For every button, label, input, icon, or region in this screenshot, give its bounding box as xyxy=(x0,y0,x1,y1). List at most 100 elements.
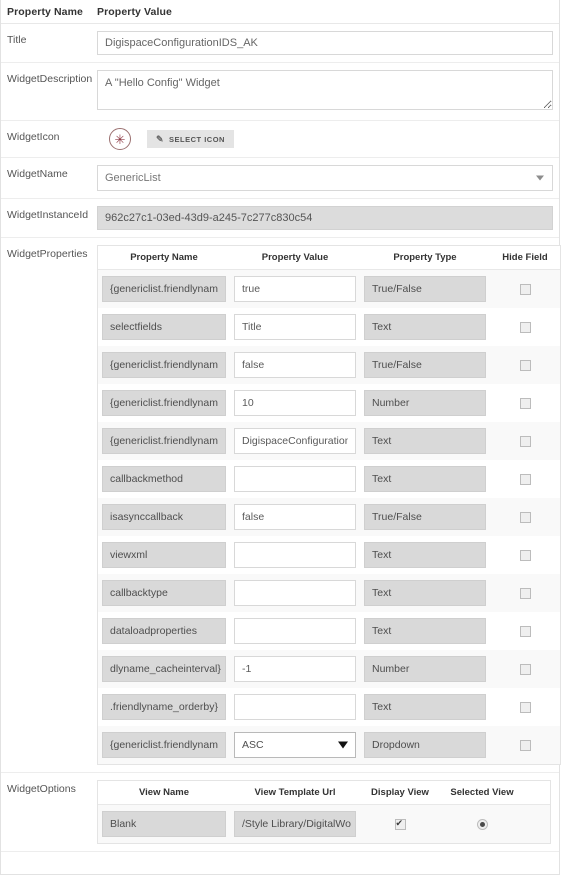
hide-field-checkbox[interactable] xyxy=(519,435,531,447)
col-property-name: Property Name xyxy=(130,252,198,263)
hide-field-checkbox[interactable] xyxy=(519,549,531,561)
widget-instance-id-input xyxy=(97,206,553,230)
property-name-readonly: isasynccallback xyxy=(102,504,226,530)
hide-field-checkbox[interactable] xyxy=(519,625,531,637)
property-type-readonly: Text xyxy=(364,694,486,720)
hide-field-checkbox[interactable] xyxy=(519,701,531,713)
widget-name-selected-value: GenericList xyxy=(105,172,161,184)
form-header-row: Property Name Property Value xyxy=(1,0,559,24)
property-value-input[interactable] xyxy=(234,504,356,530)
selected-view-radio[interactable] xyxy=(476,818,488,830)
table-row: selectfields Text xyxy=(98,308,560,346)
property-type-readonly: Text xyxy=(364,580,486,606)
field-row-widget-icon: WidgetIcon ✳ ✎ Select Icon xyxy=(1,121,559,158)
control-widget-instance-id xyxy=(97,206,559,230)
property-type-readonly: Number xyxy=(364,656,486,682)
control-title xyxy=(97,31,559,55)
control-widget-options: View Name View Template Url Display View… xyxy=(97,780,559,844)
property-value-input[interactable] xyxy=(234,580,356,606)
label-widget-options: WidgetOptions xyxy=(7,783,76,795)
col-display-view: Display View xyxy=(371,787,429,798)
display-view-checkbox[interactable] xyxy=(394,818,406,830)
widget-config-form-page: Property Name Property Value Title Widge… xyxy=(0,0,565,875)
table-row: {genericlist.friendlynam Number xyxy=(98,384,560,422)
chevron-down-icon xyxy=(338,741,348,749)
table-row: {genericlist.friendlynam ASC Dropdown xyxy=(98,726,560,764)
field-row-widget-options: WidgetOptions View Name View Template Ur… xyxy=(1,773,559,852)
property-value-selected: ASC xyxy=(242,739,264,751)
form-bottom-spacer xyxy=(1,852,559,874)
table-row: viewxml Text xyxy=(98,536,560,574)
hide-field-checkbox[interactable] xyxy=(519,587,531,599)
field-row-widget-instance-id: WidgetInstanceId xyxy=(1,199,559,238)
property-name-readonly: {genericlist.friendlynam xyxy=(102,352,226,378)
widget-description-textarea[interactable]: A "Hello Config" Widget xyxy=(97,70,553,110)
table-row: callbacktype Text xyxy=(98,574,560,612)
table-row: {genericlist.friendlynam Text xyxy=(98,422,560,460)
property-type-readonly: True/False xyxy=(364,352,486,378)
hide-field-checkbox[interactable] xyxy=(519,321,531,333)
label-widget-properties: WidgetProperties xyxy=(7,248,88,260)
control-widget-name: GenericList xyxy=(97,165,559,191)
property-name-readonly: {genericlist.friendlynam xyxy=(102,428,226,454)
property-type-readonly: Text xyxy=(364,618,486,644)
table-row: callbackmethod Text xyxy=(98,460,560,498)
property-value-input[interactable] xyxy=(234,694,356,720)
chevron-down-icon xyxy=(536,175,544,181)
pencil-icon: ✎ xyxy=(156,133,165,144)
col-view-name: View Name xyxy=(139,787,189,798)
property-type-readonly: Text xyxy=(364,542,486,568)
property-type-readonly: Number xyxy=(364,390,486,416)
hide-field-checkbox[interactable] xyxy=(519,359,531,371)
table-row: dataloadproperties Text xyxy=(98,612,560,650)
control-widget-icon: ✳ ✎ Select Icon xyxy=(97,128,559,150)
property-value-input[interactable] xyxy=(234,276,356,302)
select-icon-button-label: Select Icon xyxy=(169,134,225,144)
property-value-input[interactable] xyxy=(234,656,356,682)
property-type-readonly: True/False xyxy=(364,276,486,302)
property-name-readonly: {genericlist.friendlynam xyxy=(102,276,226,302)
hide-field-checkbox[interactable] xyxy=(519,397,531,409)
hide-field-checkbox[interactable] xyxy=(519,663,531,675)
property-type-readonly: Dropdown xyxy=(364,732,486,758)
header-property-name: Property Name xyxy=(7,5,83,18)
widget-options-table: View Name View Template Url Display View… xyxy=(97,780,551,844)
table-row: .friendlyname_orderby} Text xyxy=(98,688,560,726)
col-property-type: Property Type xyxy=(393,252,457,263)
widget-options-rows: Blank/Style Library/DigitalWo xyxy=(98,805,550,843)
property-value-input[interactable] xyxy=(234,466,356,492)
field-row-widget-properties: WidgetProperties Property Name Property … xyxy=(1,238,561,773)
property-value-input[interactable] xyxy=(234,428,356,454)
property-value-input[interactable] xyxy=(234,618,356,644)
label-widget-description: WidgetDescription xyxy=(7,73,93,85)
hide-field-checkbox[interactable] xyxy=(519,739,531,751)
view-template-url-readonly: /Style Library/DigitalWo xyxy=(234,811,356,837)
property-value-input[interactable] xyxy=(234,352,356,378)
property-name-readonly: dlyname_cacheinterval} xyxy=(102,656,226,682)
title-input[interactable] xyxy=(97,31,553,55)
property-name-readonly: callbackmethod xyxy=(102,466,226,492)
property-value-input[interactable] xyxy=(234,390,356,416)
widget-name-select[interactable]: GenericList xyxy=(97,165,553,191)
property-name-readonly: selectfields xyxy=(102,314,226,340)
col-view-template-url: View Template Url xyxy=(254,787,336,798)
property-type-readonly: Text xyxy=(364,314,486,340)
hide-field-checkbox[interactable] xyxy=(519,473,531,485)
label-title: Title xyxy=(7,34,27,46)
field-row-title: Title xyxy=(1,24,559,63)
hide-field-checkbox[interactable] xyxy=(519,283,531,295)
label-widget-instance-id: WidgetInstanceId xyxy=(7,209,89,221)
widget-config-form: Property Name Property Value Title Widge… xyxy=(0,0,561,875)
property-name-readonly: {genericlist.friendlynam xyxy=(102,390,226,416)
widget-properties-table: Property Name Property Value Property Ty… xyxy=(97,245,561,765)
property-type-readonly: Text xyxy=(364,466,486,492)
property-value-select[interactable]: ASC xyxy=(234,732,356,758)
hide-field-checkbox[interactable] xyxy=(519,511,531,523)
property-value-input[interactable] xyxy=(234,314,356,340)
widget-options-table-header: View Name View Template Url Display View… xyxy=(98,781,550,805)
property-value-input[interactable] xyxy=(234,542,356,568)
select-icon-button[interactable]: ✎ Select Icon xyxy=(147,130,234,148)
view-name-readonly: Blank xyxy=(102,811,226,837)
widget-properties-rows: {genericlist.friendlynam True/False select… xyxy=(98,270,560,764)
col-selected-view: Selected View xyxy=(450,787,514,798)
